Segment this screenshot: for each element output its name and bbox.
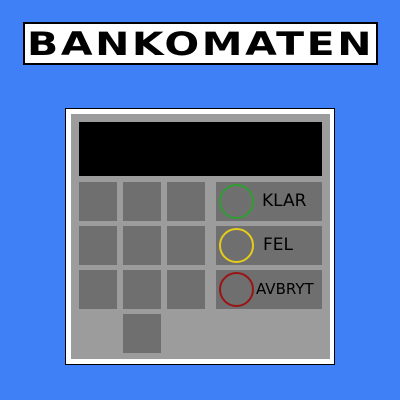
keypad-key-1[interactable] xyxy=(79,182,117,221)
cancel-indicator-icon xyxy=(219,272,254,307)
error-button[interactable]: FEL xyxy=(216,226,322,265)
keypad-key-0[interactable] xyxy=(123,314,161,353)
atm-machine: KLAR FEL AVBRYT xyxy=(65,108,335,365)
ok-indicator-icon xyxy=(219,184,254,219)
keypad-key-7[interactable] xyxy=(79,270,117,309)
ok-button[interactable]: KLAR xyxy=(216,182,322,221)
error-indicator-icon xyxy=(219,228,254,263)
keypad-key-9[interactable] xyxy=(167,270,205,309)
keypad-key-4[interactable] xyxy=(79,226,117,265)
keypad-key-6[interactable] xyxy=(167,226,205,265)
atm-panel: KLAR FEL AVBRYT xyxy=(71,114,330,359)
keypad-key-8[interactable] xyxy=(123,270,161,309)
game-title: BANKOMATEN xyxy=(27,24,374,63)
keypad-key-5[interactable] xyxy=(123,226,161,265)
title-banner: BANKOMATEN xyxy=(23,22,378,65)
keypad-key-3[interactable] xyxy=(167,182,205,221)
cancel-button[interactable]: AVBRYT xyxy=(216,270,322,309)
atm-display-screen xyxy=(79,122,322,176)
keypad-key-2[interactable] xyxy=(123,182,161,221)
error-button-label: FEL xyxy=(263,235,293,255)
atm-game-stage: BANKOMATEN KLAR FEL AVBRYT xyxy=(0,0,400,400)
cancel-button-label: AVBRYT xyxy=(256,280,314,298)
ok-button-label: KLAR xyxy=(262,191,307,211)
